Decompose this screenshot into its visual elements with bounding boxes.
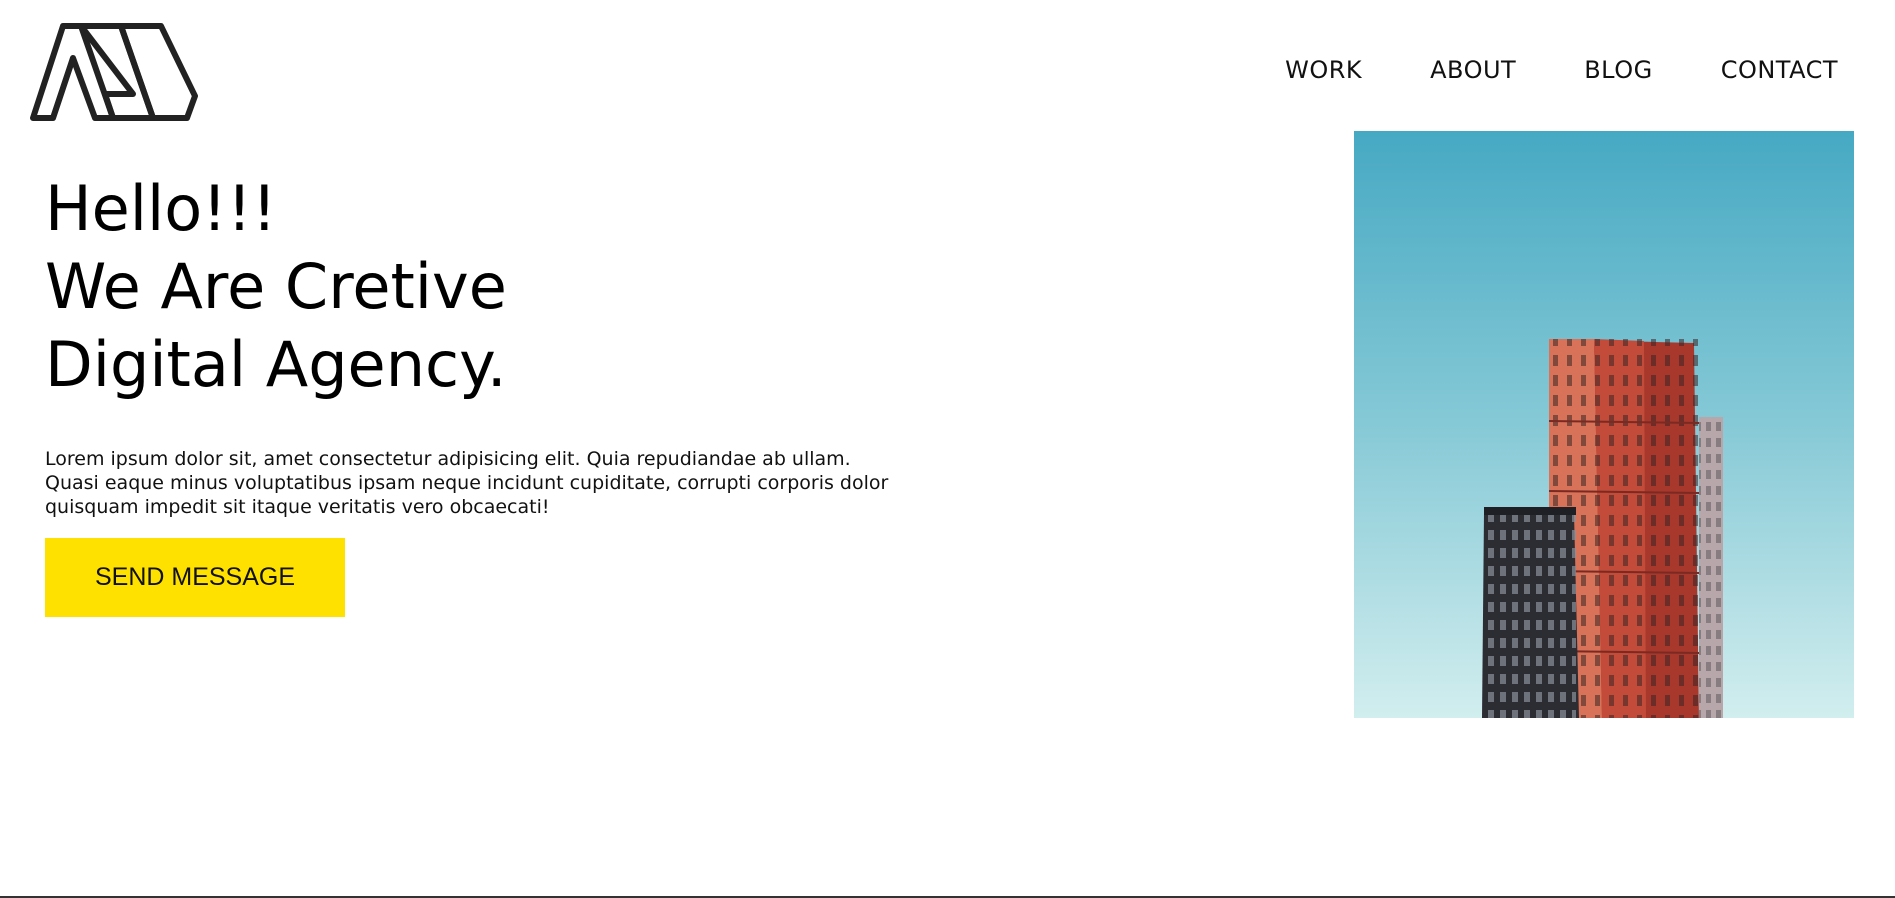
hero-paragraph: Lorem ipsum dolor sit, amet consectetur …	[45, 447, 965, 519]
stylized-m-logo-icon	[30, 23, 198, 121]
nav-about-link[interactable]: ABOUT	[1430, 56, 1516, 84]
building-photo	[1354, 131, 1854, 718]
hero-paragraph-line: Lorem ipsum dolor sit, amet consectetur …	[45, 448, 851, 470]
nav-blog-link[interactable]: BLOG	[1584, 56, 1652, 84]
hero-paragraph-line: quisquam impedit sit itaque veritatis ve…	[45, 496, 550, 518]
hero-title-line: We Are Cretive	[45, 250, 507, 323]
hero-paragraph-line: Quasi eaque minus voluptatibus ipsam neq…	[45, 472, 889, 494]
send-message-button[interactable]: SEND MESSAGE	[45, 538, 345, 617]
hero-title-line: Hello!!!	[45, 172, 277, 245]
nav-contact-link[interactable]: CONTACT	[1721, 56, 1838, 84]
brand-logo[interactable]	[29, 22, 199, 122]
hero-title-line: Digital Agency.	[45, 328, 507, 401]
hero-title: Hello!!! We Are Cretive Digital Agency.	[45, 170, 507, 404]
nav-work-link[interactable]: WORK	[1285, 56, 1362, 84]
main-nav: WORK ABOUT BLOG CONTACT	[1285, 56, 1838, 84]
